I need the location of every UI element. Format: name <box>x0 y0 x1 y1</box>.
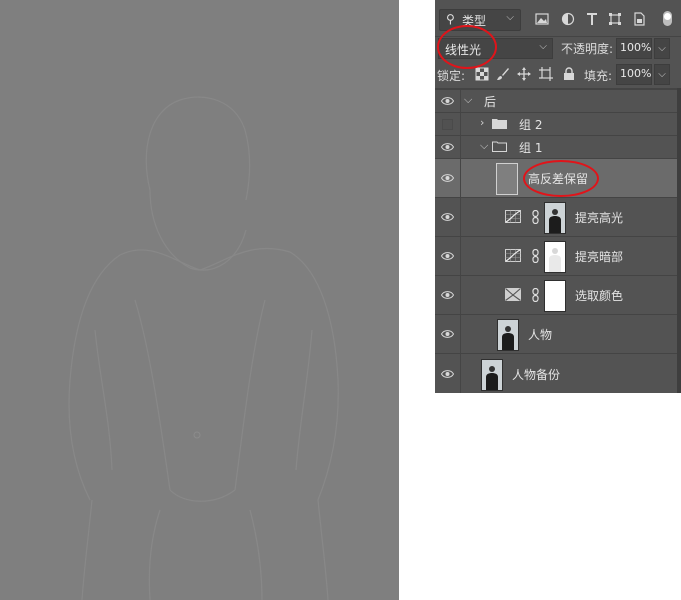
filter-toggle-icon[interactable] <box>663 11 672 26</box>
lock-label: 锁定: <box>437 69 466 83</box>
chain-link-icon[interactable] <box>532 249 539 263</box>
eye-icon <box>441 143 454 151</box>
eye-icon <box>441 213 454 221</box>
eye-icon <box>441 370 454 378</box>
open-folder-icon <box>492 141 507 152</box>
layer-row-group-2[interactable]: › 组 2 <box>435 112 681 135</box>
lock-transparent-icon[interactable] <box>475 67 489 81</box>
layer-row-person[interactable]: 人物 <box>435 314 681 353</box>
person-photo <box>498 320 518 350</box>
layer-row-high-pass[interactable]: 高反差保留 <box>435 158 681 197</box>
opacity-value: 100% <box>620 41 652 54</box>
layer-name: 后 <box>484 95 497 109</box>
shape-filter-icon[interactable] <box>608 12 622 26</box>
type-filter-icon[interactable] <box>585 12 599 26</box>
opacity-dropdown-button[interactable]: ⌵ <box>654 38 670 59</box>
layer-name: 组 2 <box>519 118 543 132</box>
layer-thumbnail[interactable] <box>497 319 519 351</box>
eye-icon <box>441 291 454 299</box>
layer-thumbnail[interactable] <box>481 359 503 391</box>
layer-filter-bar: ⚲ 类型 ⌵ <box>435 0 681 37</box>
filter-kind-select[interactable]: ⚲ 类型 ⌵ <box>439 9 521 31</box>
layer-row-selective-color[interactable]: 选取颜色 <box>435 275 681 314</box>
chevron-down-icon[interactable]: ⌵ <box>480 139 488 153</box>
person-silhouette-mask <box>545 242 565 272</box>
adjustment-filter-icon[interactable] <box>561 12 575 26</box>
fill-dropdown-button[interactable]: ⌵ <box>654 64 670 85</box>
lock-move-icon[interactable] <box>517 67 531 81</box>
curves-adjustment-icon[interactable] <box>505 210 521 223</box>
visibility-toggle[interactable] <box>435 90 461 112</box>
chevron-down-icon: ⌵ <box>539 41 547 52</box>
layers-panel: ⚲ 类型 ⌵ 线性光 ⌵ 不透明度: 100% ⌵ 锁定: 填充: 100% ⌵… <box>435 0 681 393</box>
lock-options-row: 锁定: 填充: 100% ⌵ <box>435 62 681 89</box>
fill-value: 100% <box>620 67 652 80</box>
layer-name: 选取颜色 <box>575 289 624 303</box>
layer-mask-thumbnail[interactable] <box>544 280 566 312</box>
layer-name: 人物备份 <box>512 368 561 382</box>
folder-icon <box>492 119 507 129</box>
visibility-toggle[interactable] <box>435 113 461 135</box>
layers-scrollbar[interactable] <box>677 88 681 393</box>
magnifier-icon: ⚲ <box>446 12 455 26</box>
chain-link-icon[interactable] <box>532 210 539 224</box>
visibility-toggle[interactable] <box>435 159 461 197</box>
chevron-right-icon[interactable]: › <box>480 116 484 129</box>
layer-row-curves-highlight[interactable]: 提亮高光 <box>435 197 681 236</box>
layer-name: 提亮高光 <box>575 211 624 225</box>
layer-name: 组 1 <box>519 141 543 155</box>
visibility-toggle[interactable] <box>435 354 461 393</box>
layer-name: 高反差保留 <box>528 172 589 186</box>
eye-icon <box>441 174 454 182</box>
chain-link-icon[interactable] <box>532 288 539 302</box>
blend-options-row: 线性光 ⌵ 不透明度: 100% ⌵ <box>435 36 681 60</box>
layer-row-curves-shadow[interactable]: 提亮暗部 <box>435 236 681 275</box>
opacity-field[interactable]: 100% <box>616 38 652 59</box>
high-pass-portrait <box>68 96 339 600</box>
layer-name: 提亮暗部 <box>575 250 624 264</box>
visibility-toggle[interactable] <box>435 237 461 275</box>
lock-artboard-icon[interactable] <box>539 67 553 81</box>
visibility-toggle[interactable] <box>435 315 461 353</box>
layer-row-person-backup[interactable]: 人物备份 <box>435 353 681 393</box>
chevron-down-icon: ⌵ <box>506 12 514 23</box>
layer-row-group-后[interactable]: ⌵ 后 <box>435 89 681 112</box>
visibility-toggle[interactable] <box>435 136 461 158</box>
filter-kind-label: 类型 <box>462 14 487 28</box>
layer-mask-thumbnail[interactable] <box>544 241 566 273</box>
eye-icon <box>441 330 454 338</box>
hidden-visibility-box <box>442 119 453 130</box>
blend-mode-value: 线性光 <box>445 43 482 57</box>
fill-label: 填充: <box>584 69 613 83</box>
person-photo <box>482 360 502 390</box>
eye-icon <box>441 252 454 260</box>
layer-name: 人物 <box>528 328 553 342</box>
visibility-toggle[interactable] <box>435 198 461 236</box>
visibility-toggle[interactable] <box>435 276 461 314</box>
eye-icon <box>441 97 454 105</box>
layer-thumbnail[interactable] <box>496 163 518 195</box>
chevron-down-icon[interactable]: ⌵ <box>464 93 472 107</box>
selective-color-icon[interactable] <box>505 288 521 301</box>
person-silhouette <box>545 203 565 233</box>
blend-mode-select[interactable]: 线性光 ⌵ <box>438 38 553 59</box>
smart-object-filter-icon[interactable] <box>632 12 646 26</box>
image-filter-icon[interactable] <box>535 12 549 26</box>
lock-brush-icon[interactable] <box>496 67 510 81</box>
layer-mask-thumbnail[interactable] <box>544 202 566 234</box>
layer-row-group-1[interactable]: ⌵ 组 1 <box>435 135 681 158</box>
opacity-label: 不透明度: <box>561 42 614 56</box>
document-canvas[interactable] <box>0 0 399 600</box>
lock-all-icon[interactable] <box>562 67 576 81</box>
fill-field[interactable]: 100% <box>616 64 652 85</box>
curves-adjustment-icon[interactable] <box>505 249 521 262</box>
